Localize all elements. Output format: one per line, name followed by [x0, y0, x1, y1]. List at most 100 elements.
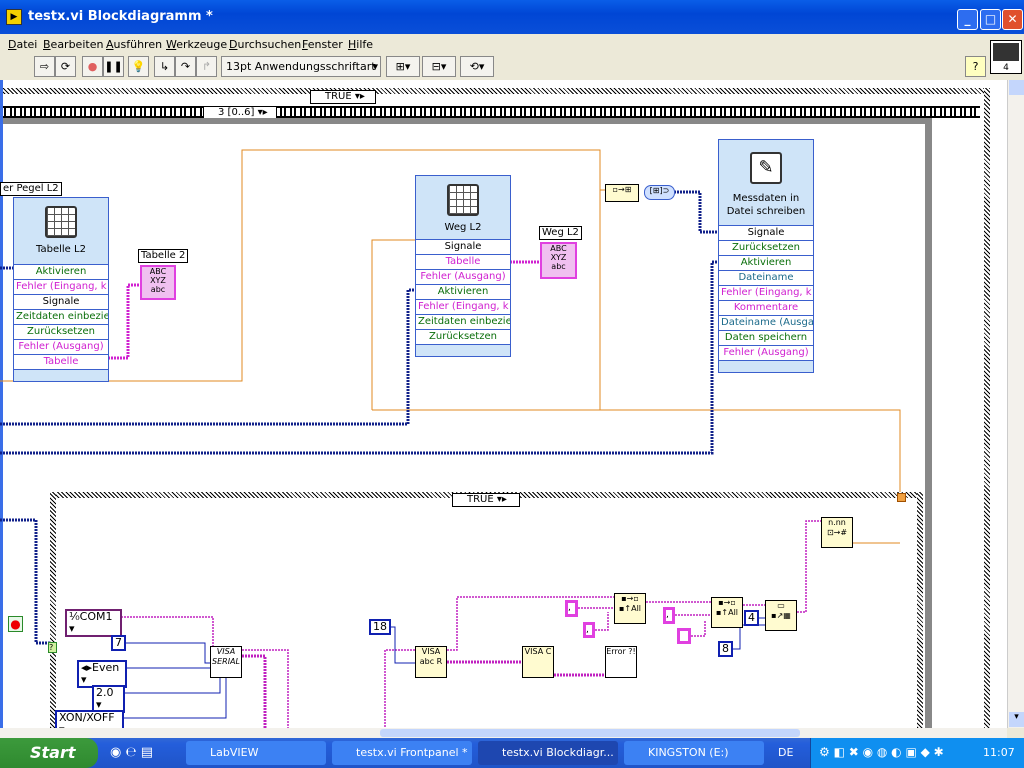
step-out-icon[interactable]: ↱: [196, 56, 217, 77]
length-constant[interactable]: 8: [718, 641, 733, 657]
weg-l2-express-vi[interactable]: Weg L2 Signale Tabelle Fehler (Ausgang) …: [415, 175, 511, 357]
tabelle-l2-express-vi[interactable]: Tabelle L2 Aktivieren Fehler (Eingang, k…: [13, 197, 109, 382]
menu-durchsuchen[interactable]: Durchsuchen: [229, 38, 301, 51]
menu-datei[interactable]: Datei: [8, 38, 37, 51]
separator-constant[interactable]: ,: [663, 607, 675, 624]
terminal-kommentare[interactable]: Kommentare: [719, 300, 813, 315]
terminal-dateiname[interactable]: Dateiname: [719, 270, 813, 285]
terminal-zeitdaten[interactable]: Zeitdaten einbezie: [14, 309, 108, 324]
step-over-icon[interactable]: ↷: [175, 56, 196, 77]
horizontal-scrollbar[interactable]: [0, 728, 1007, 738]
terminal-fehler-ausgang[interactable]: Fehler (Ausgang): [14, 339, 108, 354]
stop-button-terminal[interactable]: ●: [8, 616, 23, 632]
tabelle2-label: Tabelle 2: [138, 249, 189, 263]
messdaten-schreiben-express-vi[interactable]: ✎ Messdaten in Datei schreiben Signale Zu…: [718, 139, 814, 373]
weg-l2-table-indicator[interactable]: ABC XYZ abc: [540, 242, 577, 279]
search-replace-string-node[interactable]: ▪→▫ ▪↑All: [711, 597, 743, 628]
vi-header: Weg L2: [416, 176, 510, 239]
terminal-zuruecksetzen[interactable]: Zurücksetzen: [14, 324, 108, 339]
terminal-fehler-eingang[interactable]: Fehler (Eingang, k: [14, 279, 108, 294]
separator-constant[interactable]: [677, 628, 691, 644]
flow-control-constant[interactable]: XON/XOFF ▾: [55, 710, 124, 728]
error-handler-node[interactable]: Error ?!: [605, 646, 637, 678]
terminal-tabelle[interactable]: Tabelle: [416, 254, 510, 269]
databits-constant[interactable]: 7: [111, 635, 126, 651]
offset-constant[interactable]: 4: [744, 610, 759, 626]
byte-count-constant[interactable]: 18: [369, 619, 391, 635]
terminal-fehler-eingang[interactable]: Fehler (Eingang, k: [416, 299, 510, 314]
case-selector-terminal[interactable]: ?: [48, 642, 57, 653]
separator-constant[interactable]: ,: [565, 600, 578, 617]
font-select[interactable]: 13pt Anwendungsschriftart ▾: [221, 56, 381, 77]
parity-constant[interactable]: ◂▸Even ▾: [77, 660, 127, 688]
reorder-icon[interactable]: ⟲▾: [460, 56, 494, 77]
convert-to-dynamic-data-node[interactable]: [⊞]⊃: [644, 185, 675, 200]
menu-fenster[interactable]: Fenster: [302, 38, 343, 51]
fract-exp-string-to-number-node[interactable]: n.nn ⊡→#: [821, 517, 853, 548]
terminal-aktivieren[interactable]: Aktivieren: [416, 284, 510, 299]
quick-launch-icons[interactable]: ◉ ℮ ▤: [110, 745, 153, 760]
run-continuously-icon[interactable]: ⟳: [55, 56, 76, 77]
abort-icon[interactable]: ●: [82, 56, 103, 77]
distribute-objects-icon[interactable]: ⊟▾: [422, 56, 456, 77]
help-button[interactable]: ?: [965, 56, 986, 77]
pause-icon[interactable]: ❚❚: [103, 56, 124, 77]
connector-pane-icon[interactable]: 4: [990, 40, 1022, 74]
scroll-down-button[interactable]: ▾: [1009, 712, 1024, 727]
terminal-aktivieren[interactable]: Aktivieren: [14, 264, 108, 279]
terminal-fehler-ausgang[interactable]: Fehler (Ausgang): [719, 345, 813, 360]
task-frontpanel[interactable]: testx.vi Frontpanel *: [332, 741, 472, 765]
start-button[interactable]: Start: [0, 738, 98, 768]
inner-case-selector[interactable]: TRUE ▾▸: [452, 493, 520, 507]
menu-hilfe[interactable]: Hilfe: [348, 38, 373, 51]
terminal-zuruecksetzen[interactable]: Zurücksetzen: [719, 240, 813, 255]
terminal-tabelle[interactable]: Tabelle: [14, 354, 108, 369]
vertical-scrollbar[interactable]: ▾: [1007, 80, 1024, 728]
visa-read-node[interactable]: VISA abc R: [415, 646, 447, 678]
terminal-zuruecksetzen[interactable]: Zurücksetzen: [416, 329, 510, 344]
title-bar: ▶ testx.vi Blockdiagramm * _ □ ✕: [0, 0, 1024, 34]
terminal-signale[interactable]: Signale: [14, 294, 108, 309]
menu-ausfuehren[interactable]: Ausführen: [106, 38, 162, 51]
scroll-up-button[interactable]: [1009, 80, 1024, 95]
terminal-dateiname-ausgang[interactable]: Dateiname (Ausga: [719, 315, 813, 330]
scroll-thumb[interactable]: [380, 729, 800, 737]
search-replace-string-node[interactable]: ▪→▫ ▪↑All: [614, 593, 646, 624]
node-label: n.nn: [828, 518, 846, 527]
highlight-execution-icon[interactable]: 💡: [128, 56, 149, 77]
maximize-button[interactable]: □: [980, 9, 1001, 30]
taskbar: Start ◉ ℮ ▤ LabVIEW testx.vi Frontpanel …: [0, 738, 1024, 768]
close-button[interactable]: ✕: [1002, 9, 1023, 30]
menu-bearbeiten[interactable]: Bearbeiten: [43, 38, 103, 51]
visa-configure-serial-node[interactable]: VISA SERIAL: [210, 646, 242, 678]
align-objects-icon[interactable]: ⊞▾: [386, 56, 420, 77]
com-value: COM1: [79, 610, 113, 623]
terminal-fehler-eingang[interactable]: Fehler (Eingang, k: [719, 285, 813, 300]
task-labview[interactable]: LabVIEW: [186, 741, 326, 765]
step-into-icon[interactable]: ↳: [154, 56, 175, 77]
string-subset-node[interactable]: ▭ ▪↗▦: [765, 600, 797, 631]
task-blockdiagram[interactable]: testx.vi Blockdiagr...: [478, 741, 618, 765]
run-arrow-icon[interactable]: ⇨: [34, 56, 55, 77]
minimize-button[interactable]: _: [957, 9, 978, 30]
visa-resource-constant[interactable]: ⅟₀COM1 ▾: [65, 609, 122, 637]
table-icon: [45, 206, 77, 238]
terminal-fehler-ausgang[interactable]: Fehler (Ausgang): [416, 269, 510, 284]
tabelle2-table-indicator[interactable]: ABC XYZ abc: [140, 265, 176, 300]
separator-constant[interactable]: ,: [583, 622, 595, 638]
terminal-signale[interactable]: Signale: [719, 225, 813, 240]
terminal-aktivieren[interactable]: Aktivieren: [719, 255, 813, 270]
terminal-daten-speichern[interactable]: Daten speichern: [719, 330, 813, 345]
block-diagram[interactable]: TRUE ▾▸ 3 [0..6] ▾▸ er Pegel L2 Tabelle …: [0, 80, 1007, 728]
task-kingston[interactable]: KINGSTON (E:): [624, 741, 764, 765]
build-array-node[interactable]: ▫→⊞: [605, 184, 639, 202]
tray-icons[interactable]: ⚙ ◧ ✖ ◉ ◍ ◐ ▣ ◆ ✱: [819, 745, 944, 759]
terminal-zeitdaten[interactable]: Zeitdaten einbezie: [416, 314, 510, 329]
terminal-signale[interactable]: Signale: [416, 239, 510, 254]
case-value: TRUE: [467, 494, 494, 505]
stopbits-constant[interactable]: 2.0 ▾: [92, 685, 125, 713]
visa-close-node[interactable]: VISA C: [522, 646, 554, 678]
menu-werkzeuge[interactable]: Werkzeuge: [166, 38, 227, 51]
language-indicator[interactable]: DE: [778, 746, 793, 759]
start-label: Start: [30, 743, 76, 762]
